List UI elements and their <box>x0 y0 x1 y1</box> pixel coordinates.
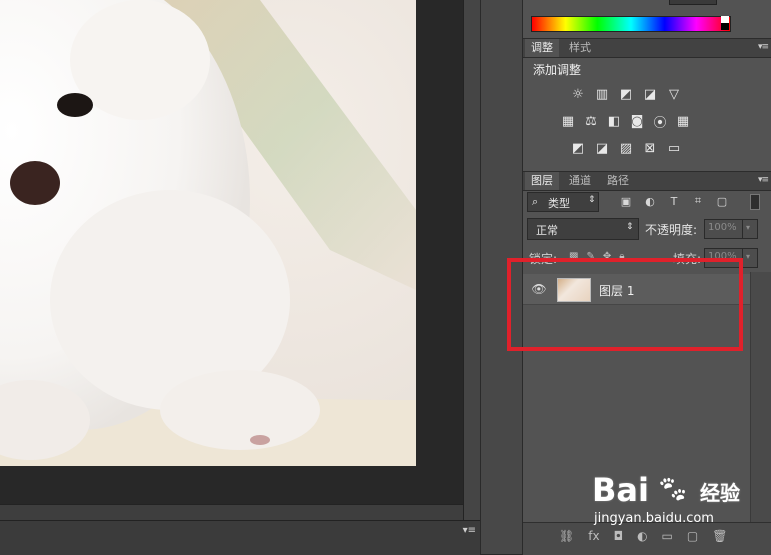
tab-layers[interactable]: 图层 <box>525 172 559 190</box>
levels-icon[interactable]: ▥ <box>593 85 611 103</box>
status-bar-menu-icon[interactable]: ▾≡ <box>463 525 476 536</box>
tab-paths[interactable]: 路径 <box>601 172 635 190</box>
tab-adjustments[interactable]: 调整 <box>525 39 559 57</box>
color-value-box[interactable] <box>669 0 717 5</box>
tab-channels[interactable]: 通道 <box>563 172 597 190</box>
selective-color-icon[interactable]: ⊠ <box>641 139 659 157</box>
vibrance-icon[interactable]: ▦ <box>559 112 577 130</box>
puppy-photo <box>0 0 416 466</box>
color-spectrum-bar[interactable] <box>531 16 731 32</box>
opacity-dropdown[interactable]: ▾ <box>742 219 758 239</box>
opacity-label: 不透明度: <box>645 223 698 237</box>
black-white-swatch[interactable] <box>721 16 729 30</box>
posterize-icon[interactable]: ◪ <box>593 139 611 157</box>
document-image[interactable] <box>0 0 416 466</box>
paw-icon: 🐾︎ <box>656 475 690 505</box>
color-lookup-icon[interactable]: ▦ <box>674 112 692 130</box>
exposure-icon[interactable]: ◪ <box>641 85 659 103</box>
adjustments-title: 添加调整 <box>533 63 582 77</box>
adjustments-row-2: ▦ ⚖ ◧ ◙ ⦿ ▦ <box>559 112 692 131</box>
watermark-logo-text: Bai <box>592 471 649 509</box>
adjustments-row-3: ◩ ◪ ▨ ⊠ ▭ <box>569 139 683 157</box>
opacity-value: 100% <box>708 222 737 233</box>
panel-menu-icon[interactable]: ▾≡ <box>758 42 769 52</box>
blend-mode-value: 正常 <box>536 224 558 237</box>
canvas-horizontal-scrollbar[interactable] <box>0 504 463 521</box>
status-bar: ▾≡ <box>0 520 480 555</box>
photo-filter-icon[interactable]: ◙ <box>628 112 646 130</box>
blend-mode-select[interactable]: 正常 ⇕ <box>527 218 639 240</box>
pixel-filter-icon[interactable]: ▣ <box>619 194 633 208</box>
layer-filter-select[interactable]: ⌕ 类型 ⇕ <box>527 192 599 212</box>
brightness-contrast-icon[interactable]: ☼ <box>569 85 587 103</box>
shape-filter-icon[interactable]: ⌗ <box>691 194 705 208</box>
threshold-icon[interactable]: ▨ <box>617 139 635 157</box>
updown-arrow-icon: ⇕ <box>588 195 596 205</box>
highlight-annotation <box>507 258 743 351</box>
gradient-map-icon[interactable]: ▭ <box>665 139 683 157</box>
watermark-url: jingyan.baidu.com <box>594 511 714 526</box>
chevron-down-icon: ▾ <box>746 252 751 261</box>
layer-filter-icons: ▣ ◐ T ⌗ ▢ <box>619 194 729 208</box>
filter-toggle-switch[interactable] <box>750 194 760 210</box>
gradient-triangle-icon[interactable]: ▽ <box>665 85 683 103</box>
opacity-input[interactable]: 100% <box>704 219 744 239</box>
filter-kind-label: 类型 <box>548 197 570 210</box>
black-white-icon[interactable]: ◧ <box>605 112 623 130</box>
channel-mixer-icon[interactable]: ⦿ <box>651 112 669 131</box>
updown-arrow-icon: ⇕ <box>626 222 634 232</box>
canvas-area[interactable]: ▾≡ <box>0 0 481 555</box>
watermark-suffix: 经验 <box>700 481 740 505</box>
adjustments-row-1: ☼ ▥ ◩ ◪ ▽ <box>569 85 683 103</box>
layers-tabstrip: 图层 通道 路径 ▾≡ <box>523 171 771 191</box>
canvas-vertical-scrollbar[interactable] <box>463 0 481 520</box>
color-balance-icon[interactable]: ⚖ <box>582 112 600 130</box>
invert-icon[interactable]: ◩ <box>569 139 587 157</box>
smart-object-filter-icon[interactable]: ▢ <box>715 194 729 208</box>
baidu-watermark: Bai 🐾︎ 经验 jingyan.baidu.com <box>592 471 767 541</box>
fill-dropdown[interactable]: ▾ <box>742 248 758 268</box>
curves-icon[interactable]: ◩ <box>617 85 635 103</box>
chevron-down-icon: ▾ <box>746 223 751 232</box>
type-filter-icon[interactable]: T <box>667 194 681 208</box>
search-icon: ⌕ <box>532 195 539 208</box>
panel-menu-icon[interactable]: ▾≡ <box>758 175 769 185</box>
link-icon[interactable]: ⛓ <box>559 529 574 543</box>
tab-styles[interactable]: 样式 <box>563 39 597 57</box>
adjustments-tabstrip: 调整 样式 ▾≡ <box>523 38 771 58</box>
adjustment-filter-icon[interactable]: ◐ <box>643 194 657 208</box>
color-panel <box>523 0 771 36</box>
